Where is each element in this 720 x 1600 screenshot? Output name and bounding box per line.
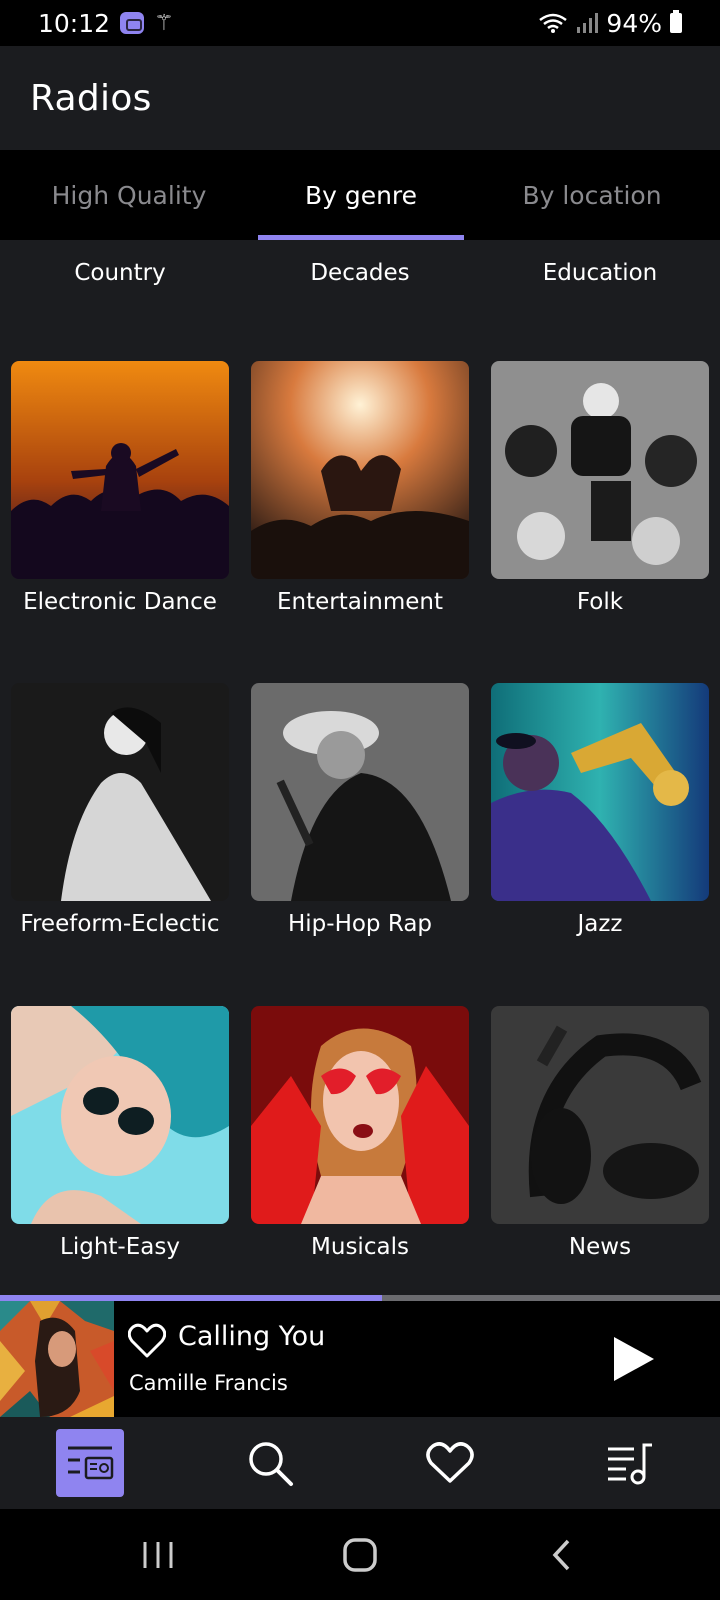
messenger-icon (120, 12, 145, 34)
genre-label: Folk (576, 589, 624, 615)
back-icon[interactable] (532, 1529, 592, 1581)
genre-image (251, 1006, 469, 1224)
genre-image (11, 361, 229, 579)
genre-image (11, 1006, 229, 1224)
genre-grid: Country Decades Education Electronic Dan… (0, 240, 720, 1295)
genre-tile-light-easy[interactable]: Light-Easy (11, 1006, 229, 1260)
heart-icon (426, 1442, 474, 1483)
tab-bar: High Quality By genre By location (0, 150, 720, 240)
genre-tile-news[interactable]: News (491, 1006, 709, 1260)
nav-radios[interactable] (56, 1429, 124, 1497)
genre-tile-electronic-dance[interactable]: Electronic Dance (11, 361, 229, 615)
app-bar: Radios (0, 46, 720, 150)
bottom-navigation (0, 1417, 720, 1509)
album-art[interactable] (0, 1301, 114, 1417)
tab-by-location[interactable]: By location (464, 150, 720, 240)
genre-tile-freeform-eclectic[interactable]: Freeform-Eclectic (11, 683, 229, 937)
genre-tile-hip-hop-rap[interactable]: Hip-Hop Rap (251, 683, 469, 937)
tab-by-genre[interactable]: By genre (258, 150, 464, 240)
genre-label: Jazz (577, 911, 623, 937)
tab-high-quality[interactable]: High Quality (0, 150, 258, 240)
radio-list-icon (68, 1446, 114, 1480)
nav-search[interactable] (236, 1429, 304, 1497)
playlist-icon (608, 1443, 652, 1485)
status-bar: 10:12 ⚚ 94% (0, 0, 720, 46)
genre-image (11, 683, 229, 901)
search-icon (249, 1442, 293, 1486)
genre-label: Electronic Dance (23, 589, 217, 615)
genre-tile-entertainment[interactable]: Entertainment (251, 361, 469, 615)
genre-label: Education (542, 260, 658, 286)
genre-label: Country (74, 260, 166, 286)
genre-label: Decades (310, 260, 410, 286)
genre-label: Hip-Hop Rap (287, 911, 433, 937)
genre-image (491, 683, 709, 901)
status-time: 10:12 (38, 8, 111, 38)
mini-player[interactable]: Calling You Camille Francis (0, 1301, 720, 1417)
battery-level: 94% (606, 8, 662, 38)
recent-apps-icon[interactable] (128, 1529, 188, 1581)
genre-tile-jazz[interactable]: Jazz (491, 683, 709, 937)
system-navigation-bar (0, 1509, 720, 1600)
signal-icon (577, 13, 599, 33)
genre-image (491, 1006, 709, 1224)
genre-label: News (568, 1234, 632, 1260)
now-playing-title: Calling You (178, 1321, 326, 1352)
genre-label: Freeform-Eclectic (20, 911, 220, 937)
genre-image (251, 361, 469, 579)
nav-favorites[interactable] (416, 1429, 484, 1497)
battery-icon (670, 10, 682, 33)
genre-tile-musicals[interactable]: Musicals (251, 1006, 469, 1260)
genre-tile-folk[interactable]: Folk (491, 361, 709, 615)
genre-label: Entertainment (277, 589, 443, 615)
genre-image (251, 683, 469, 901)
home-icon[interactable] (330, 1529, 390, 1581)
genre-image (491, 361, 709, 579)
page-title: Radios (30, 77, 152, 119)
wifi-icon (539, 13, 568, 33)
now-playing-artist: Camille Francis (129, 1371, 288, 1395)
genre-label: Light-Easy (60, 1234, 180, 1260)
magic-wand-icon: ⚚ (154, 10, 174, 36)
genre-label: Musicals (311, 1234, 409, 1260)
favorite-heart-icon[interactable] (127, 1323, 167, 1359)
play-icon[interactable] (606, 1333, 658, 1385)
nav-playlist[interactable] (596, 1429, 664, 1497)
